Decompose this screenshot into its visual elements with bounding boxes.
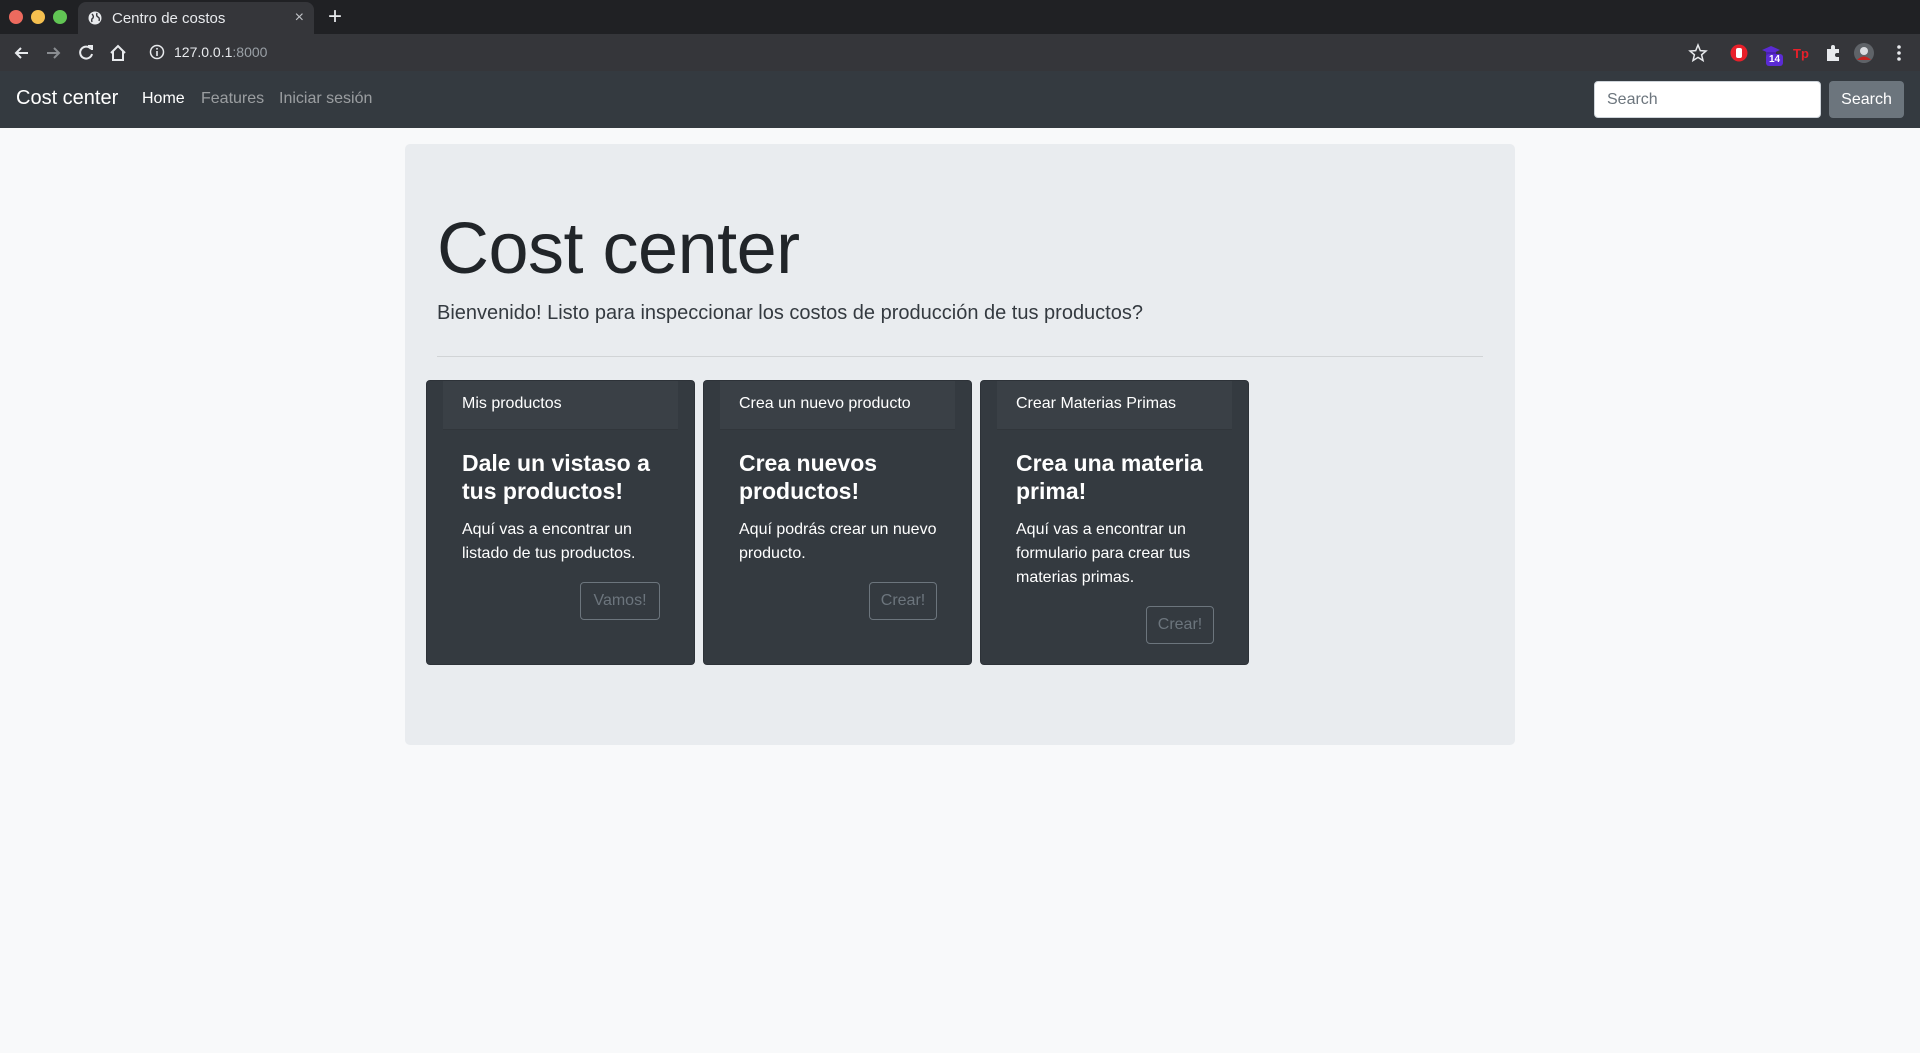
welcome-lead: Bienvenido! Listo para inspeccionar los … bbox=[437, 302, 1143, 324]
card-header-label: Mis productos bbox=[462, 395, 562, 412]
home-icon[interactable] bbox=[108, 43, 128, 63]
card-text: Aquí vas a encontrar un listado de tus p… bbox=[462, 521, 636, 562]
adblock-extension-icon[interactable] bbox=[1728, 42, 1750, 64]
star-icon[interactable] bbox=[1687, 42, 1709, 64]
create-product-button[interactable]: Crear! bbox=[869, 582, 937, 620]
extension-badge: 14 bbox=[1766, 54, 1784, 66]
address-bar-url[interactable]: 127.0.0.1:8000 bbox=[174, 44, 267, 60]
browser-toolbar: 127.0.0.1:8000 14 Tp bbox=[0, 34, 1920, 71]
card-header: Mis productos bbox=[443, 381, 678, 430]
profile-avatar[interactable] bbox=[1853, 42, 1875, 64]
svg-text:Tp: Tp bbox=[1793, 46, 1809, 61]
info-icon[interactable] bbox=[148, 43, 166, 61]
card-header: Crea un nuevo producto bbox=[720, 381, 955, 430]
nav-link-features[interactable]: Features bbox=[201, 90, 264, 108]
tab-close-icon[interactable]: × bbox=[295, 8, 304, 28]
card-text: Aquí vas a encontrar un formulario para … bbox=[1016, 521, 1191, 586]
globe-icon bbox=[88, 11, 102, 25]
card-header-label: Crea un nuevo producto bbox=[739, 395, 911, 412]
jumbotron: Cost center Bienvenido! Listo para inspe… bbox=[405, 144, 1515, 745]
card-title: Crea una materia prima! bbox=[1016, 450, 1203, 504]
menu-dots-icon[interactable] bbox=[1888, 42, 1910, 64]
card-title: Crea nuevos productos! bbox=[739, 450, 878, 504]
nav-link-login[interactable]: Iniciar sesión bbox=[279, 90, 372, 108]
card-my-products: Mis productos Dale un vistaso a tus prod… bbox=[426, 380, 695, 665]
create-material-button[interactable]: Crear! bbox=[1146, 606, 1214, 644]
window-maximize-button[interactable] bbox=[53, 10, 67, 24]
extension-puzzle-icon[interactable] bbox=[1822, 42, 1844, 64]
tab-title: Centro de costos bbox=[112, 10, 226, 27]
back-icon[interactable] bbox=[12, 43, 32, 63]
search-button[interactable]: Search bbox=[1829, 81, 1904, 118]
tp-extension-icon[interactable]: Tp bbox=[1791, 42, 1813, 64]
go-button[interactable]: Vamos! bbox=[580, 582, 660, 620]
forward-icon[interactable] bbox=[43, 43, 63, 63]
browser-tabstrip: Centro de costos × + bbox=[0, 0, 1920, 34]
search-input[interactable] bbox=[1594, 81, 1821, 118]
window-minimize-button[interactable] bbox=[31, 10, 45, 24]
site-navbar: Cost center Home Features Iniciar sesión… bbox=[0, 71, 1920, 128]
divider bbox=[437, 356, 1483, 357]
window-close-button[interactable] bbox=[9, 10, 23, 24]
card-header-label: Crear Materias Primas bbox=[1016, 395, 1177, 412]
card-raw-materials: Crear Materias Primas Crea una materia p… bbox=[980, 380, 1249, 665]
navbar-brand[interactable]: Cost center bbox=[16, 87, 118, 110]
card-text: Aquí podrás crear un nuevo producto. bbox=[739, 521, 937, 562]
page-title: Cost center bbox=[437, 209, 800, 289]
nav-link-home[interactable]: Home bbox=[142, 90, 185, 108]
new-tab-button[interactable]: + bbox=[328, 3, 342, 31]
reload-icon[interactable] bbox=[76, 43, 96, 63]
card-new-product: Crea un nuevo producto Crea nuevos produ… bbox=[703, 380, 972, 665]
card-header: Crear Materias Primas bbox=[997, 381, 1232, 430]
card-title: Dale un vistaso a tus productos! bbox=[462, 450, 650, 504]
url-port: :8000 bbox=[232, 44, 268, 60]
browser-tab[interactable]: Centro de costos × bbox=[78, 2, 314, 34]
url-host: 127.0.0.1 bbox=[174, 44, 233, 60]
